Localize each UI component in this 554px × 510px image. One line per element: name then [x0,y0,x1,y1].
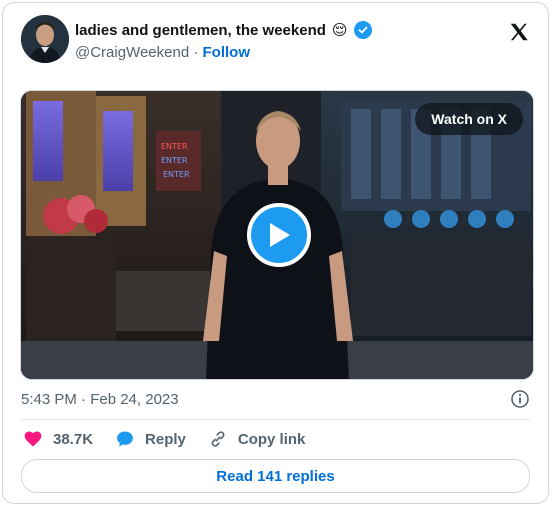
like-count: 38.7K [53,430,94,448]
play-button[interactable] [247,203,311,267]
read-replies-label: Read 141 replies [216,467,335,485]
info-icon[interactable] [510,389,530,409]
watch-on-x-button[interactable]: Watch on X [415,103,523,135]
svg-text:ENTER: ENTER [161,156,188,165]
avatar[interactable] [21,15,69,63]
author-handle[interactable]: @CraigWeekend [75,44,189,61]
avatar-portrait [21,15,69,63]
copy-link-button[interactable]: Copy link [208,429,306,449]
author-name-row: ladies and gentlemen, the weekend 😌 [75,21,372,39]
read-replies-button[interactable]: Read 141 replies [21,459,530,493]
relieved-face-emoji: 😌 [331,21,348,39]
follow-button[interactable]: Follow [203,44,251,61]
svg-text:ENTER: ENTER [161,142,188,151]
reply-bubble-icon [117,431,133,447]
reply-label: Reply [145,430,186,448]
divider [21,419,530,420]
author-display-name[interactable]: ladies and gentlemen, the weekend [75,22,326,39]
like-button[interactable]: 38.7K [23,429,93,449]
verified-badge-icon [353,21,372,39]
copy-link-label: Copy link [237,430,306,448]
tweet-card[interactable]: ladies and gentlemen, the weekend 😌 @Cra… [2,2,549,504]
svg-text:ENTER: ENTER [163,170,190,179]
heart-icon [24,431,42,447]
tweet-actions: 38.7K Reply Copy link [23,429,327,449]
x-logo-icon[interactable] [508,21,530,43]
author-handle-row: @CraigWeekend · Follow [75,44,250,61]
reply-button[interactable]: Reply [115,429,186,449]
link-icon [211,431,225,447]
video-player[interactable]: ENTER ENTER ENTER Watch on X [20,90,534,380]
play-icon [270,223,290,247]
handle-separator: · [193,44,199,61]
tweet-timestamp[interactable]: 5:43 PM · Feb 24, 2023 [21,391,179,408]
